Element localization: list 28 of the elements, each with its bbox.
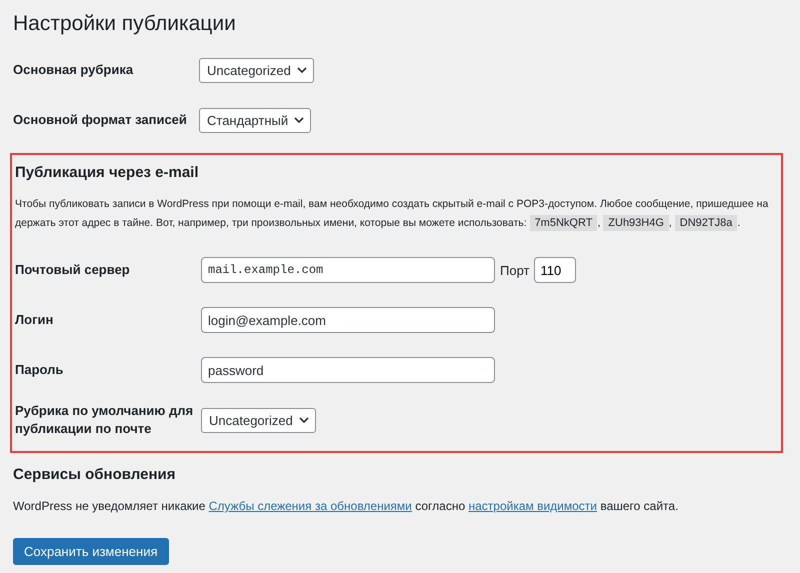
port-label: Порт [500, 262, 530, 278]
chevron-down-icon [298, 417, 309, 423]
section-heading: Публикация через e-mail [15, 163, 200, 183]
code-sample: DN92TJ8a [674, 215, 738, 231]
field-label: Почтовый сервер [15, 261, 130, 279]
link[interactable]: Службы слежения за обновлениями [208, 499, 412, 513]
code-sample: ZUh93H4G [603, 215, 669, 231]
section-heading: Сервисы обновления [13, 465, 176, 485]
update-services-text: WordPress не уведомляет никакие Службы слежения за обновлениями согласно настройкам видимости вашего сайта. [13, 498, 680, 515]
page-title: Настройки публикации [13, 11, 237, 37]
field-label: Логин [15, 311, 54, 329]
input-field[interactable]: password [201, 357, 495, 383]
chevron-down-icon [294, 117, 304, 123]
input-field[interactable]: login@example.com [201, 307, 495, 333]
field-label: Основная рубрика [13, 61, 134, 79]
description-text: Чтобы публиковать записи в WordPress при помощи e-mail, вам необходимо создать скрытый e-mail с POP3-доступом. Любое сообщение, пришедшее на держать этот адрес в тайне. Вот, например, три произвольных имени, которые вы можете использовать: 7m5NkQRT , ZUh93H4G , DN92TJ8a . [15, 197, 770, 233]
code-sample: 7m5NkQRT [530, 215, 598, 231]
category-dropdown[interactable]: Стандартный [199, 108, 312, 132]
input-field[interactable]: mail.example.com [201, 257, 495, 283]
save-button[interactable]: Сохранить изменения [13, 538, 168, 565]
link[interactable]: настройкам видимости [468, 499, 597, 513]
field-label: Пароль [15, 361, 64, 379]
field-label: Рубрика по умолчанию для публикации по почте [15, 402, 194, 438]
category-dropdown[interactable]: Uncategorized [201, 408, 316, 432]
category-dropdown[interactable]: Uncategorized [199, 58, 314, 82]
port-field[interactable]: 110 [534, 257, 576, 283]
chevron-down-icon [296, 67, 307, 73]
field-label: Основной формат записей [13, 111, 187, 129]
